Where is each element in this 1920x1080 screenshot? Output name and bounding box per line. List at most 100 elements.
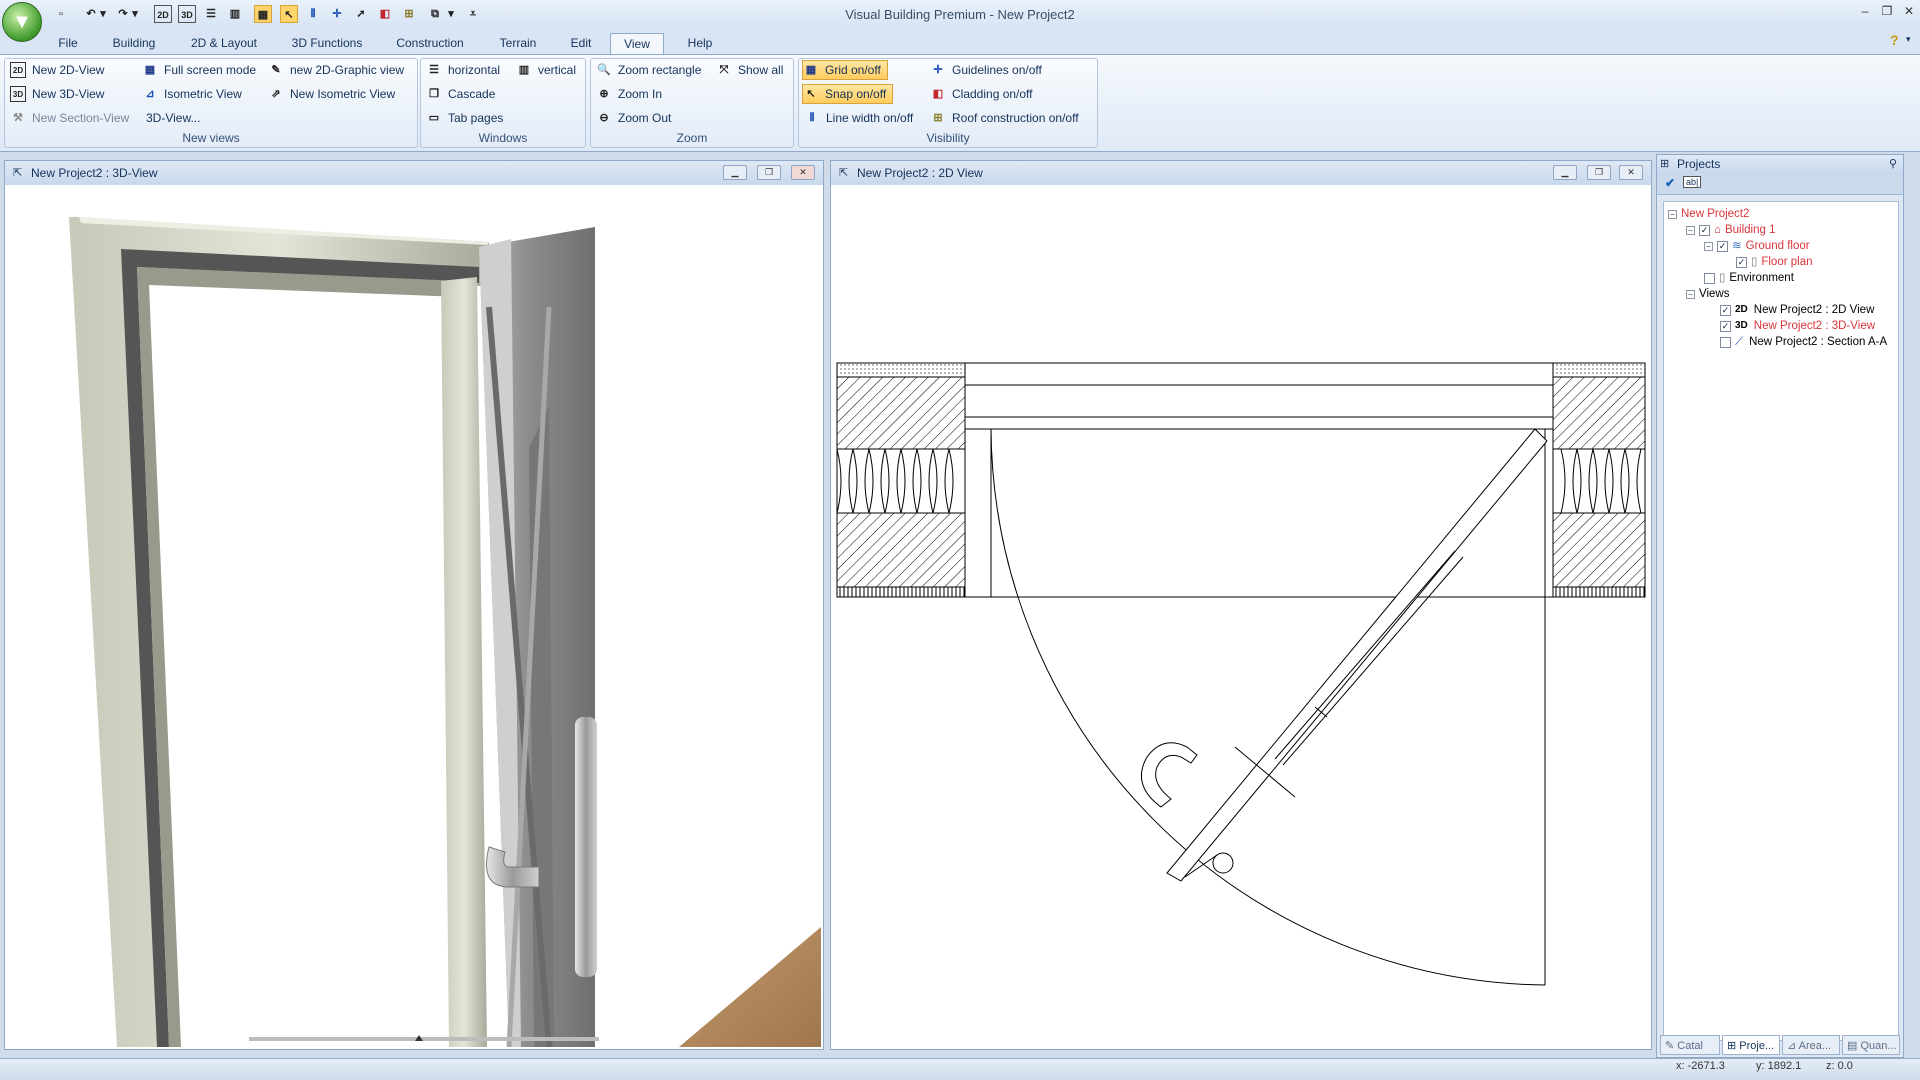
zoom-rectangle-button[interactable]: 🔍 Zoom rectangle [596, 60, 701, 80]
application-menu-button[interactable]: ▼ [2, 2, 42, 42]
tile-vertical-button[interactable]: ▥ vertical [516, 60, 576, 80]
2d-tag-icon: 2D [1735, 304, 1748, 315]
tree-item-view-3d[interactable]: ✓ 3D New Project2 : 3D-View [1664, 318, 1898, 334]
new-2d-view-label: New 2D-View [32, 63, 105, 77]
floor-checkbox[interactable]: ✓ [1717, 240, 1728, 252]
floor-plan-checkbox[interactable]: ✓ [1736, 256, 1747, 268]
tree-item-view-2d[interactable]: ✓ 2D New Project2 : 2D View [1664, 302, 1898, 318]
zoom-in-button[interactable]: ⊕ Zoom In [596, 84, 662, 104]
tab-building[interactable]: Building [104, 33, 164, 53]
tab-catalog[interactable]: ✎ Catal [1660, 1035, 1720, 1055]
full-screen-mode-label: Full screen mode [164, 63, 257, 77]
view-2d-close-button[interactable]: ✕ [1619, 165, 1643, 180]
tab-3d-functions[interactable]: 3D Functions [284, 33, 370, 53]
help-icon[interactable]: ? [1890, 32, 1899, 48]
zoom-out-icon: ⊖ [599, 112, 609, 124]
view-3d-window[interactable]: ⇱ New Project2 : 3D-View ▁ ❐ ✕ [4, 160, 824, 1050]
tab-file[interactable]: File [52, 33, 84, 53]
tab-pages-button[interactable]: ▭ Tab pages [426, 108, 504, 128]
view-3d-close-button[interactable]: ✕ [791, 165, 815, 180]
tab-quantities[interactable]: ▤ Quan... [1842, 1035, 1900, 1055]
view-3d-header: ⇱ New Project2 : 3D-View ▁ ❐ ✕ [5, 161, 823, 185]
horizontal-label: horizontal [448, 63, 501, 77]
tab-projects[interactable]: ⊞ Proje... [1722, 1035, 1780, 1055]
zoom-rectangle-icon: 🔍 [597, 64, 611, 76]
full-screen-mode-button[interactable]: ▦ Full screen mode [142, 60, 256, 80]
tree-item-project[interactable]: − New Project2 [1664, 206, 1898, 222]
isometric-view-button[interactable]: ⊿ Isometric View [142, 84, 241, 104]
section-line-icon: ⟋ [1735, 336, 1744, 348]
tile-horizontal-button[interactable]: ☰ horizontal [426, 60, 500, 80]
tree-item-environment[interactable]: ▯ Environment [1664, 270, 1898, 286]
view-2d-minimize-button[interactable]: ▁ [1553, 165, 1577, 180]
3d-icon: 3D [10, 86, 26, 102]
line-width-toggle-icon: ⦀ [809, 112, 815, 124]
show-all-button[interactable]: ⤧ Show all [716, 60, 784, 80]
status-bar [0, 1058, 1920, 1080]
tree-label-view-3d: New Project2 : 3D-View [1753, 320, 1876, 332]
group-label-visibility: Visibility [926, 131, 970, 145]
minimize-window-button[interactable]: ‒ [1854, 4, 1876, 24]
new-2d-graphic-view-button[interactable]: ✎ new 2D-Graphic view [268, 60, 404, 80]
tab-2d-layout[interactable]: 2D & Layout [184, 33, 264, 53]
roof-construction-toggle-button[interactable]: ⊞ Roof construction on/off [930, 108, 1078, 128]
view-3d-minimize-button[interactable]: ▁ [723, 165, 747, 180]
collapse-icon[interactable]: − [1686, 225, 1695, 235]
tree-item-floor-plan[interactable]: ✓ ▯ Floor plan [1664, 254, 1898, 270]
new-isometric-view-button[interactable]: ⇗ New Isometric View [268, 84, 395, 104]
collapse-icon[interactable]: − [1668, 209, 1677, 219]
new-3d-view-button[interactable]: 3D New 3D-View [10, 84, 104, 104]
snap-toggle-button[interactable]: ↖ Snap on/off [802, 84, 894, 104]
view-section-checkbox[interactable] [1720, 336, 1731, 348]
environment-icon: ▯ [1719, 272, 1726, 284]
close-window-button[interactable]: ✕ [1898, 4, 1920, 24]
view-2d-window[interactable]: ⇱ New Project2 : 2D View ▁ ❐ ✕ [830, 160, 1652, 1050]
status-z: z: 0.0 [1826, 1060, 1853, 1072]
tree-label-floor: Ground floor [1745, 240, 1810, 252]
new-isometric-view-label: New Isometric View [290, 87, 396, 101]
tree-item-building[interactable]: − ✓ ⌂ Building 1 [1664, 222, 1898, 238]
graphic-view-icon: ✎ [271, 64, 281, 76]
tree-item-views[interactable]: − Views [1664, 286, 1898, 302]
check-icon[interactable]: ✔ [1665, 176, 1675, 190]
guidelines-toggle-button[interactable]: ✛ Guidelines on/off [930, 60, 1041, 80]
help-dropdown-icon[interactable]: ▾ [1906, 34, 1911, 45]
grid-toggle-button[interactable]: ▦ Grid on/off [802, 60, 888, 80]
tree-item-floor[interactable]: − ✓ ≋ Ground floor [1664, 238, 1898, 254]
tab-help[interactable]: Help [680, 33, 720, 53]
group-label-zoom: Zoom [676, 131, 708, 145]
floor-plan-drawing[interactable] [835, 187, 1649, 1047]
zoom-in-label: Zoom In [618, 87, 663, 101]
tab-view[interactable]: View [610, 33, 664, 55]
3d-tag-icon: 3D [1735, 320, 1748, 331]
building-checkbox[interactable]: ✓ [1699, 224, 1710, 236]
new-2d-graphic-view-label: new 2D-Graphic view [290, 63, 405, 77]
new-3d-view-label: New 3D-View [32, 87, 105, 101]
new-section-view-button[interactable]: ⚒ New Section-View [10, 108, 129, 128]
cladding-toggle-button[interactable]: ◧ Cladding on/off [930, 84, 1033, 104]
tab-construction[interactable]: Construction [390, 33, 470, 53]
rename-icon[interactable]: ab| [1683, 176, 1702, 188]
view-2d-maximize-button[interactable]: ❐ [1587, 165, 1611, 180]
line-width-toggle-button[interactable]: ⦀ Line width on/off [804, 108, 914, 128]
tree-item-view-section[interactable]: ⟋ New Project2 : Section A-A [1664, 334, 1898, 350]
environment-checkbox[interactable] [1704, 272, 1715, 284]
view-3d-checkbox[interactable]: ✓ [1720, 320, 1731, 332]
pin-icon[interactable]: ⚲ [1889, 155, 1897, 173]
door-3d-render[interactable] [9, 187, 821, 1047]
view-2d-checkbox[interactable]: ✓ [1720, 304, 1731, 316]
zoom-out-button[interactable]: ⊖ Zoom Out [596, 108, 671, 128]
new-2d-view-button[interactable]: 2D New 2D-View [10, 60, 104, 80]
cascade-button[interactable]: ❐ Cascade [426, 84, 495, 104]
view-3d-title: New Project2 : 3D-View [31, 166, 158, 180]
tab-terrain[interactable]: Terrain [492, 33, 544, 53]
view-2d-window-icon: ⇱ [839, 167, 849, 179]
tab-edit[interactable]: Edit [562, 33, 600, 53]
view-3d-maximize-button[interactable]: ❐ [757, 165, 781, 180]
3d-view-dialog-button[interactable]: 3D-View... [146, 108, 200, 128]
restore-window-button[interactable]: ❐ [1876, 4, 1898, 24]
collapse-icon[interactable]: − [1686, 289, 1695, 299]
tab-quantities-label: Quan... [1860, 1040, 1897, 1052]
collapse-icon[interactable]: − [1704, 241, 1713, 251]
tab-areas[interactable]: ⊿ Area... [1782, 1035, 1840, 1055]
